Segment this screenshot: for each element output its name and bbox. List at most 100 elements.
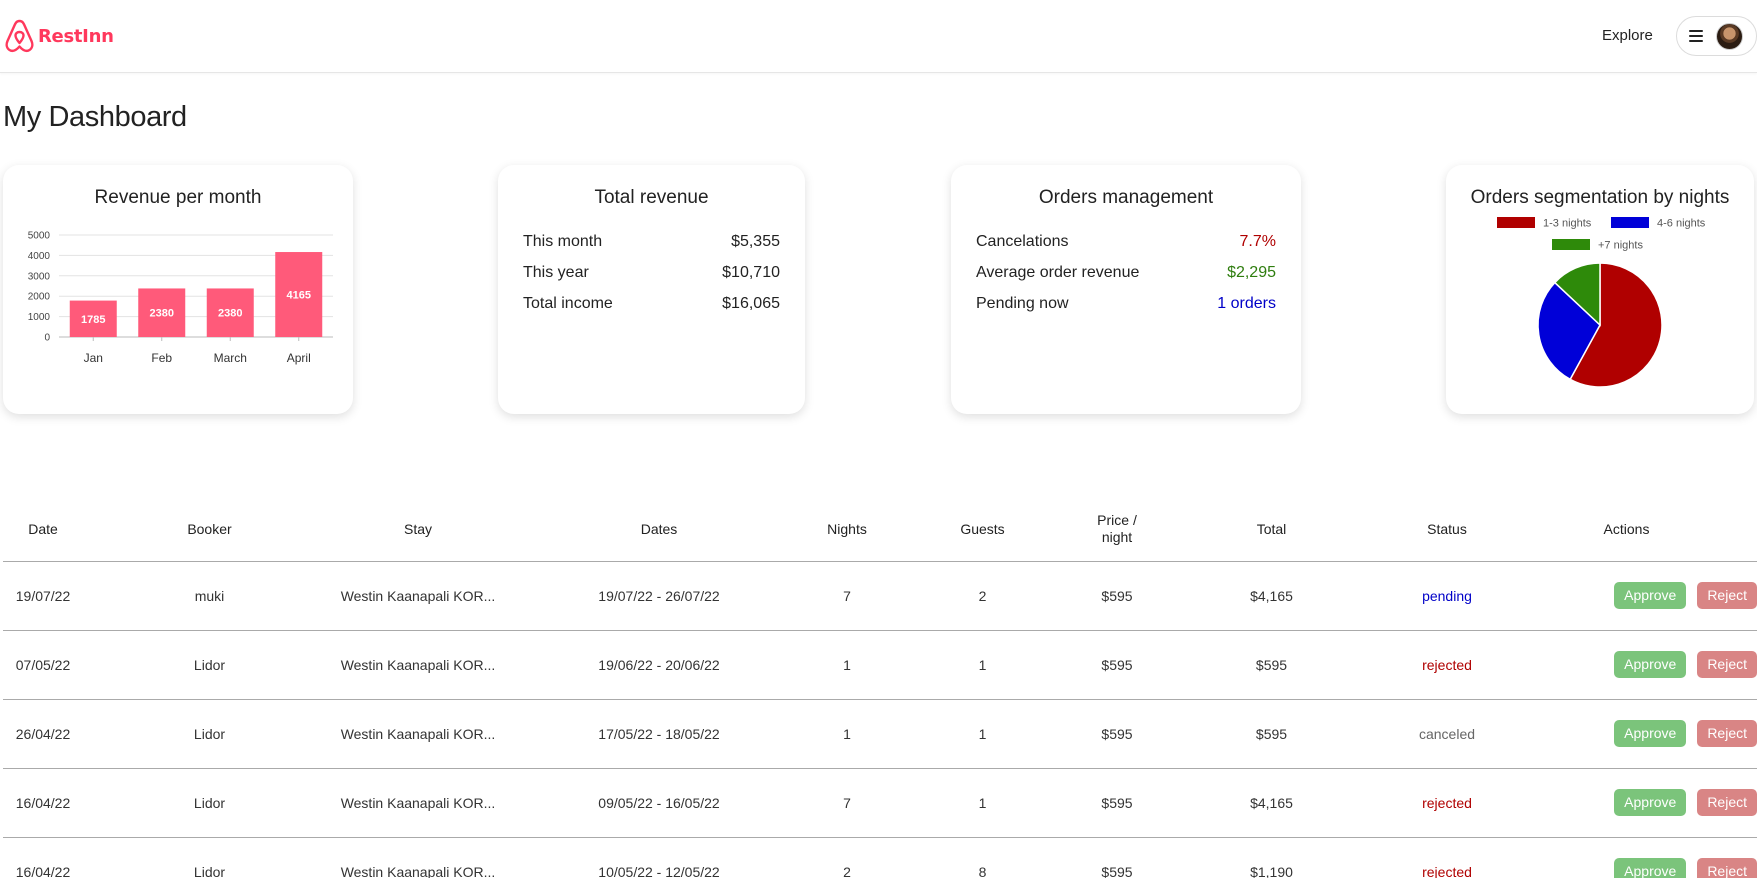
revenue-per-month-card: Revenue per month 0 1000 2000 3000 4000 5000 1…	[3, 165, 353, 414]
cell-actions: Approve Reject	[1496, 837, 1757, 878]
reject-button[interactable]: Reject	[1697, 720, 1757, 747]
legend-swatch	[1552, 239, 1590, 250]
cell-date: 26/04/22	[3, 699, 83, 769]
y-tick-label: 4000	[28, 251, 51, 262]
cell-actions: Approve Reject	[1496, 699, 1757, 769]
cell-date: 16/04/22	[3, 768, 83, 838]
total-revenue-card: Total revenue This month $5,355 This yea…	[498, 165, 805, 414]
cell-price: $595	[1089, 768, 1145, 838]
approve-button[interactable]: Approve	[1614, 858, 1687, 878]
bar-data-label: 2380	[218, 308, 242, 320]
revenue-bar-chart: 0 1000 2000 3000 4000 5000 1785 Jan 2380 Feb 2380 M…	[28, 231, 333, 365]
cell-actions: Approve Reject	[1496, 561, 1757, 631]
legend-label: +7 nights	[1598, 240, 1643, 252]
col-header-nights: Nights	[818, 498, 876, 562]
card-title: Orders management	[1038, 187, 1214, 208]
stat-label: This year	[523, 264, 589, 281]
stat-value: $2,295	[1227, 264, 1276, 281]
orders-segmentation-card: Orders segmentation by nights 1-3 nights…	[1446, 165, 1754, 414]
stat-label: Pending now	[976, 295, 1069, 312]
table-row[interactable]: 16/04/22 Lidor Westin Kaanapali KOR... 10/0…	[3, 837, 1757, 878]
stat-label: Average order revenue	[976, 264, 1140, 281]
col-header-status: Status	[1398, 498, 1496, 562]
table-row[interactable]: 07/05/22 Lidor Westin Kaanapali KOR... 19/0…	[3, 630, 1757, 700]
brand-logo[interactable]: RestInn	[3, 18, 114, 54]
reject-button[interactable]: Reject	[1697, 858, 1757, 878]
cell-price: $595	[1089, 561, 1145, 631]
status-badge: pending	[1398, 561, 1496, 631]
status-badge: canceled	[1398, 699, 1496, 769]
y-tick-label: 1000	[28, 312, 51, 323]
reject-button[interactable]: Reject	[1697, 582, 1757, 609]
cell-price: $595	[1089, 630, 1145, 700]
cell-price: $595	[1089, 699, 1145, 769]
stat-label: This month	[523, 233, 603, 250]
cell-stay: Westin Kaanapali KOR...	[336, 837, 500, 878]
stat-row-pending-now: Pending now 1 orders	[976, 288, 1276, 319]
legend-swatch	[1611, 217, 1649, 228]
x-tick-label: Feb	[151, 351, 172, 365]
cell-stay: Westin Kaanapali KOR...	[336, 630, 500, 700]
col-header-price-night: Price / night	[1089, 498, 1145, 562]
cell-total: $1,190	[1145, 837, 1398, 878]
cell-actions: Approve Reject	[1496, 630, 1757, 700]
bar-data-label: 4165	[287, 290, 311, 302]
table-header-row: Date Booker Stay Dates Nights Guests Pri…	[3, 498, 1757, 562]
table-row[interactable]: 16/04/22 Lidor Westin Kaanapali KOR... 09/0…	[3, 768, 1757, 838]
table-row[interactable]: 26/04/22 Lidor Westin Kaanapali KOR... 17/0…	[3, 699, 1757, 769]
orders-management-card: Orders management Cancelations 7.7% Aver…	[951, 165, 1301, 414]
cell-stay: Westin Kaanapali KOR...	[336, 699, 500, 769]
cell-stay: Westin Kaanapali KOR...	[336, 561, 500, 631]
cell-nights: 7	[818, 561, 876, 631]
reject-button[interactable]: Reject	[1697, 651, 1757, 678]
col-header-stay: Stay	[336, 498, 500, 562]
avatar	[1716, 22, 1743, 50]
stat-label: Total income	[523, 295, 613, 312]
legend-label: 4-6 nights	[1657, 218, 1706, 230]
cell-actions: Approve Reject	[1496, 768, 1757, 838]
page-title: My Dashboard	[3, 101, 187, 133]
cell-dates: 09/05/22 - 16/05/22	[500, 768, 818, 838]
logo-icon	[5, 19, 34, 53]
segmentation-pie-chart: 1-3 nights 4-6 nights +7 nights	[1497, 217, 1706, 388]
approve-button[interactable]: Approve	[1614, 789, 1687, 816]
approve-button[interactable]: Approve	[1614, 720, 1687, 747]
stat-value: $10,710	[722, 264, 780, 281]
status-badge: rejected	[1398, 768, 1496, 838]
cell-dates: 19/06/22 - 20/06/22	[500, 630, 818, 700]
y-tick-label: 5000	[28, 231, 51, 242]
approve-button[interactable]: Approve	[1614, 582, 1687, 609]
status-badge: rejected	[1398, 630, 1496, 700]
explore-link[interactable]: Explore	[1602, 27, 1653, 44]
y-tick-label: 2000	[28, 292, 51, 303]
cell-booker: Lidor	[83, 837, 336, 878]
cell-guests: 8	[876, 837, 1089, 878]
table-row[interactable]: 19/07/22 muki Westin Kaanapali KOR... 19/07…	[3, 561, 1757, 631]
cell-dates: 10/05/22 - 12/05/22	[500, 837, 818, 878]
col-header-actions: Actions	[1496, 498, 1757, 562]
cell-date: 16/04/22	[3, 837, 83, 878]
reject-button[interactable]: Reject	[1697, 789, 1757, 816]
approve-button[interactable]: Approve	[1614, 651, 1687, 678]
cell-booker: Lidor	[83, 768, 336, 838]
stat-row-total-income: Total income $16,065	[523, 288, 780, 319]
user-menu-button[interactable]	[1676, 16, 1757, 56]
stat-row-cancelations: Cancelations 7.7%	[976, 226, 1276, 257]
card-title: Total revenue	[594, 187, 709, 208]
status-badge: rejected	[1398, 837, 1496, 878]
stat-value: $16,065	[722, 295, 780, 312]
bar-data-label: 2380	[150, 308, 174, 320]
stat-row-average-order-revenue: Average order revenue $2,295	[976, 257, 1276, 288]
x-tick-label: April	[287, 351, 311, 365]
cell-nights: 1	[818, 630, 876, 700]
stat-label: Cancelations	[976, 233, 1069, 250]
cell-guests: 1	[876, 630, 1089, 700]
x-tick-label: Jan	[84, 351, 103, 365]
legend-swatch	[1497, 217, 1535, 228]
cell-booker: Lidor	[83, 699, 336, 769]
col-header-dates: Dates	[500, 498, 818, 562]
legend-label: 1-3 nights	[1543, 218, 1592, 230]
y-tick-label: 0	[44, 333, 50, 344]
stat-row-this-month: This month $5,355	[523, 226, 780, 257]
menu-icon	[1689, 30, 1703, 42]
